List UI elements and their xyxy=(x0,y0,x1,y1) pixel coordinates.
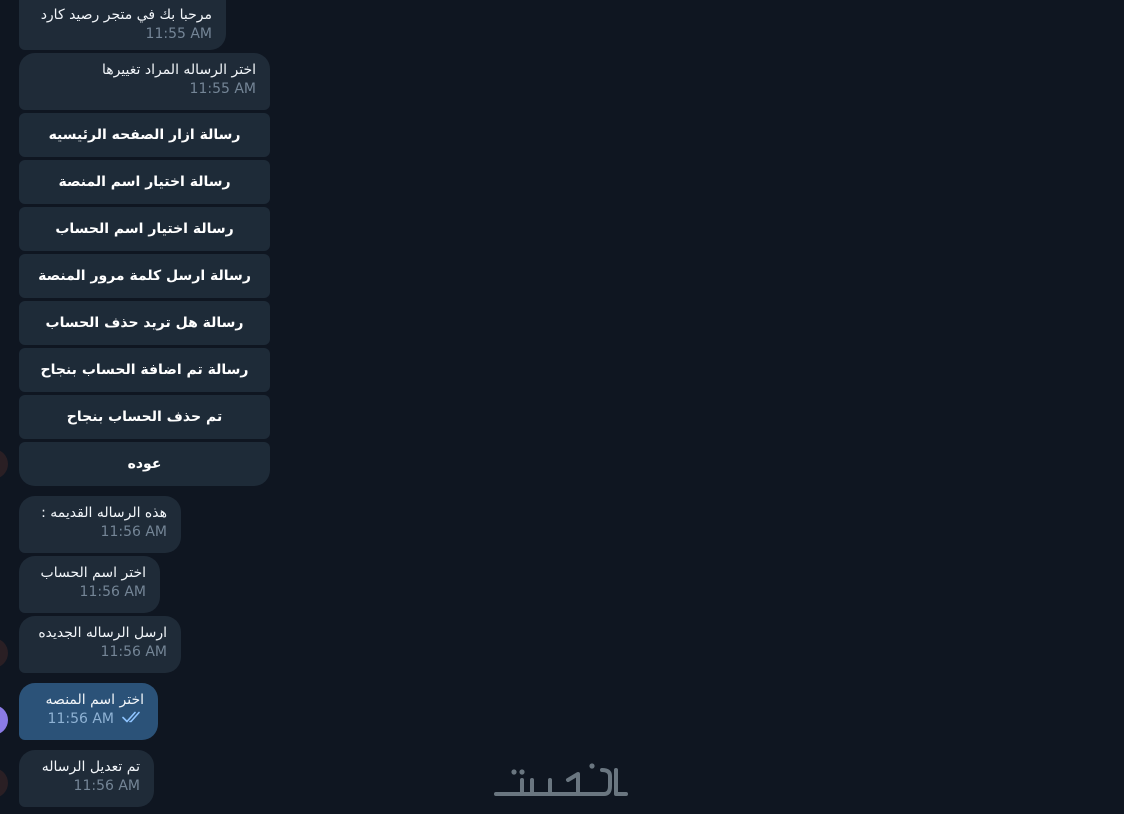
message-text: اختر اسم المنصه xyxy=(45,692,144,708)
message-time-row: 11:56 AM xyxy=(33,711,144,727)
message-text: تم تعديل الرساله xyxy=(41,759,140,775)
avatar[interactable] xyxy=(0,768,8,798)
keyboard-button-choose-platform[interactable]: رسالة اختيار اسم المنصة xyxy=(19,160,270,204)
message-time: 11:56 AM xyxy=(47,711,114,727)
message-time: 11:56 AM xyxy=(100,644,167,660)
avatar[interactable] xyxy=(0,449,8,479)
message-bubble[interactable]: تم تعديل الرساله 11:56 AM xyxy=(19,750,154,807)
keyboard-button-account-deleted[interactable]: تم حذف الحساب بنجاح xyxy=(19,395,270,439)
message-bubble[interactable]: اختر الرساله المراد تغييرها 11:55 AM xyxy=(19,53,270,110)
chat-view: مرحبا بك في متجر رصيد كارد 11:55 AM اختر… xyxy=(0,0,1124,814)
message-time: 11:56 AM xyxy=(73,778,140,794)
message-time: 11:55 AM xyxy=(145,26,212,42)
message-bubble[interactable]: ارسل الرساله الجديده 11:56 AM xyxy=(19,616,181,673)
keyboard-button-back[interactable]: عوده xyxy=(19,442,270,486)
keyboard-button-main-page-buttons[interactable]: رسالة ازار الصفحه الرئيسيه xyxy=(19,113,270,157)
message-text: ارسل الرساله الجديده xyxy=(38,625,167,641)
message-time: 11:56 AM xyxy=(79,584,146,600)
avatar[interactable] xyxy=(0,705,8,735)
message-text: مرحبا بك في متجر رصيد كارد xyxy=(40,7,212,23)
keyboard-button-choose-account[interactable]: رسالة اختيار اسم الحساب xyxy=(19,207,270,251)
message-bubble[interactable]: هذه الرساله القديمه : 11:56 AM xyxy=(19,496,181,553)
keyboard-button-account-added[interactable]: رسالة تم اضافة الحساب بنجاح xyxy=(19,348,270,392)
avatar[interactable] xyxy=(0,638,8,668)
double-check-icon xyxy=(122,711,144,727)
message-time: 11:55 AM xyxy=(189,81,256,97)
keyboard-button-delete-confirm[interactable]: رسالة هل تريد حذف الحساب xyxy=(19,301,270,345)
message-bubble[interactable]: مرحبا بك في متجر رصيد كارد 11:55 AM xyxy=(19,0,226,50)
message-time: 11:56 AM xyxy=(100,524,167,540)
khamsat-logo xyxy=(492,762,632,802)
message-bubble-outgoing[interactable]: اختر اسم المنصه 11:56 AM xyxy=(19,683,158,740)
message-text: اختر الرساله المراد تغييرها xyxy=(101,62,256,78)
keyboard-button-send-password[interactable]: رسالة ارسل كلمة مرور المنصة xyxy=(19,254,270,298)
message-text: اختر اسم الحساب xyxy=(40,565,146,581)
message-bubble[interactable]: اختر اسم الحساب 11:56 AM xyxy=(19,556,160,613)
message-text: هذه الرساله القديمه : xyxy=(41,505,167,521)
